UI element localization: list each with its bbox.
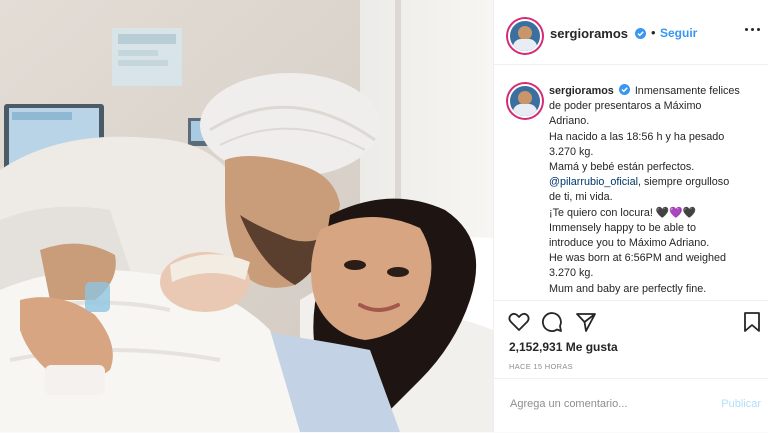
caption-text: Mamá y bebé están perfectos. [549,161,695,174]
caption-text: de poder presentaros a Máximo [549,100,702,113]
post-side-panel: sergioramos • Seguir sergioramos Inmensa… [493,0,768,432]
share-icon[interactable] [575,311,597,333]
publish-button[interactable]: Publicar [721,398,761,410]
verified-icon [635,28,646,39]
caption-text: 3.270 kg. [549,267,594,280]
caption-line: sergioramos Inmensamente felices [549,83,754,99]
post-photo[interactable] [0,0,493,432]
caption-text: Inmensamente felices [634,85,740,97]
caption-username[interactable]: sergioramos [549,85,614,97]
bookmark-icon[interactable] [743,311,761,333]
header-username[interactable]: sergioramos [550,26,628,41]
follow-button[interactable]: Seguir [660,26,697,40]
caption-text: Adriano. [549,115,590,128]
instagram-post: sergioramos • Seguir sergioramos Inmensa… [0,0,768,432]
verified-icon [618,84,630,95]
avatar[interactable] [508,19,542,53]
comment-bar: Publicar [494,378,768,433]
caption-text: 3.270 kg. [549,145,594,158]
mention-link[interactable]: @pilarrubio_oficial [549,176,638,188]
more-options-icon[interactable] [745,27,761,33]
post-header: sergioramos • Seguir [494,0,768,65]
caption-text: He was born at 6:56PM and weighed [549,252,727,265]
caption-text: , siempre orgulloso [637,176,730,189]
caption-text: Mum and baby are perfectly fine. [549,282,707,295]
likes-count[interactable]: 2,152,931 Me gusta [509,340,618,354]
heart-icon[interactable] [508,312,530,332]
caption-text: Immensely happy to be able to [549,221,697,234]
caption-text: Ha nacido a las 18:56 h y ha pesado [549,130,725,143]
separator-dot: • [651,25,656,40]
comment-input[interactable] [508,397,692,411]
caption-text: introduce you to Máximo Adriano. [549,237,710,250]
caption-line: @pilarrubio_oficial, siempre orgulloso [549,175,754,190]
comment-icon[interactable] [541,311,563,333]
caption-avatar[interactable] [508,84,542,118]
post-photo-illustration [0,0,493,432]
post-actions [494,300,768,345]
post-caption: sergioramos Inmensamente felices de pode… [549,83,754,297]
post-timestamp[interactable]: HACE 15 HORAS [509,362,573,371]
caption-text: ¡Te quiero con locura! 🖤💜🖤 [549,206,697,219]
caption-text: de ti, mi vida. [549,191,613,204]
